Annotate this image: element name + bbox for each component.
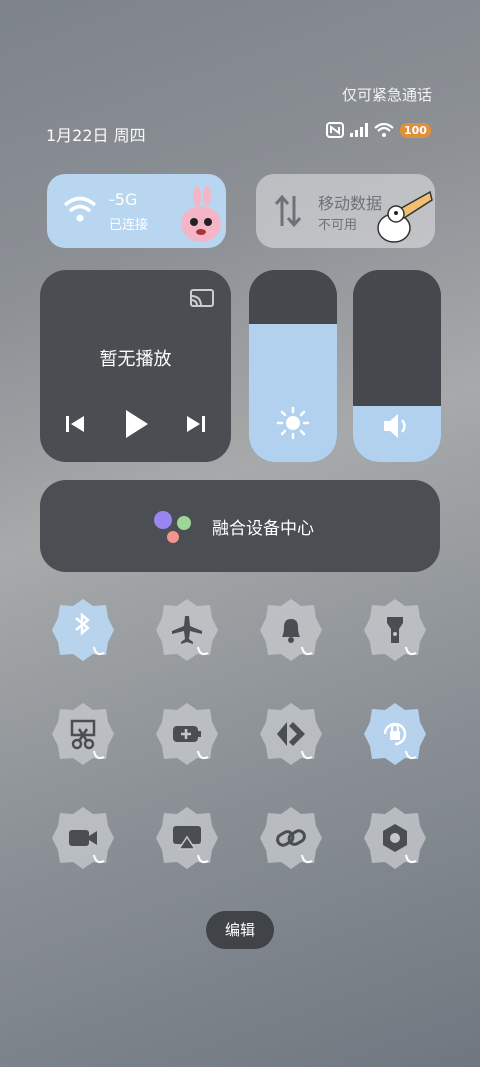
share-icon — [274, 717, 308, 751]
bell-icon — [274, 613, 308, 647]
wifi-status-icon — [374, 123, 394, 137]
wifi-ssid: -5G — [109, 190, 138, 209]
next-track-button[interactable] — [185, 414, 207, 438]
wifi-status: 已连接 — [109, 218, 149, 233]
edit-button[interactable]: 编辑 — [206, 911, 274, 949]
share-toggle[interactable] — [258, 701, 324, 767]
brightness-slider-fill — [249, 323, 337, 462]
rotation-lock-toggle[interactable] — [362, 701, 428, 767]
nfc-icon — [326, 122, 344, 138]
previous-track-button[interactable] — [64, 414, 86, 438]
data-arrows-icon — [274, 194, 302, 232]
status-icons: 100 — [326, 122, 431, 138]
bluetooth-toggle[interactable] — [50, 597, 116, 663]
nfc-hex-toggle[interactable] — [362, 805, 428, 871]
play-button[interactable] — [122, 408, 150, 444]
volume-slider[interactable] — [353, 270, 441, 462]
flashlight-icon — [378, 613, 412, 647]
device-hub-icon — [152, 510, 196, 546]
media-title: 暂无播放 — [99, 349, 172, 370]
battery-indicator: 100 — [400, 122, 431, 138]
link-toggle[interactable] — [258, 805, 324, 871]
scissors-icon — [66, 717, 100, 751]
hex-nut-icon — [378, 821, 412, 855]
airplane-toggle[interactable] — [154, 597, 220, 663]
media-player-card[interactable]: 暂无播放 — [40, 270, 231, 462]
video-icon — [66, 821, 100, 855]
mobile-data-status: 不可用 — [318, 218, 358, 233]
device-hub-label: 融合设备中心 — [212, 519, 314, 539]
mobile-data-tile[interactable]: 移动数据 不可用 — [256, 174, 435, 248]
date-text: 1月22日 周四 — [46, 126, 146, 145]
flashlight-toggle[interactable] — [362, 597, 428, 663]
link-icon — [274, 821, 308, 855]
signal-icon — [350, 123, 368, 137]
brightness-slider[interactable] — [249, 270, 337, 462]
sun-icon — [249, 406, 337, 440]
bell-toggle[interactable] — [258, 597, 324, 663]
device-hub-card[interactable]: 融合设备中心 — [40, 480, 440, 572]
bluetooth-icon — [66, 613, 100, 647]
emergency-call-text: 仅可紧急通话 — [341, 86, 432, 104]
battery-plus-icon — [170, 717, 204, 751]
projection-toggle[interactable] — [154, 805, 220, 871]
cast-icon[interactable] — [189, 288, 215, 314]
mobile-data-title: 移动数据 — [318, 194, 383, 213]
bunny-sticker-icon — [175, 186, 225, 250]
screenshot-toggle[interactable] — [50, 701, 116, 767]
rotation-lock-icon — [378, 717, 412, 751]
screen-record-toggle[interactable] — [50, 805, 116, 871]
wifi-tile[interactable]: -5G 已连接 — [47, 174, 226, 248]
battery-saver-toggle[interactable] — [154, 701, 220, 767]
pelican-sticker-icon — [374, 184, 434, 250]
wifi-icon — [63, 194, 97, 228]
airplane-icon — [170, 613, 204, 647]
speaker-icon — [353, 412, 441, 440]
screencast-icon — [170, 821, 204, 855]
